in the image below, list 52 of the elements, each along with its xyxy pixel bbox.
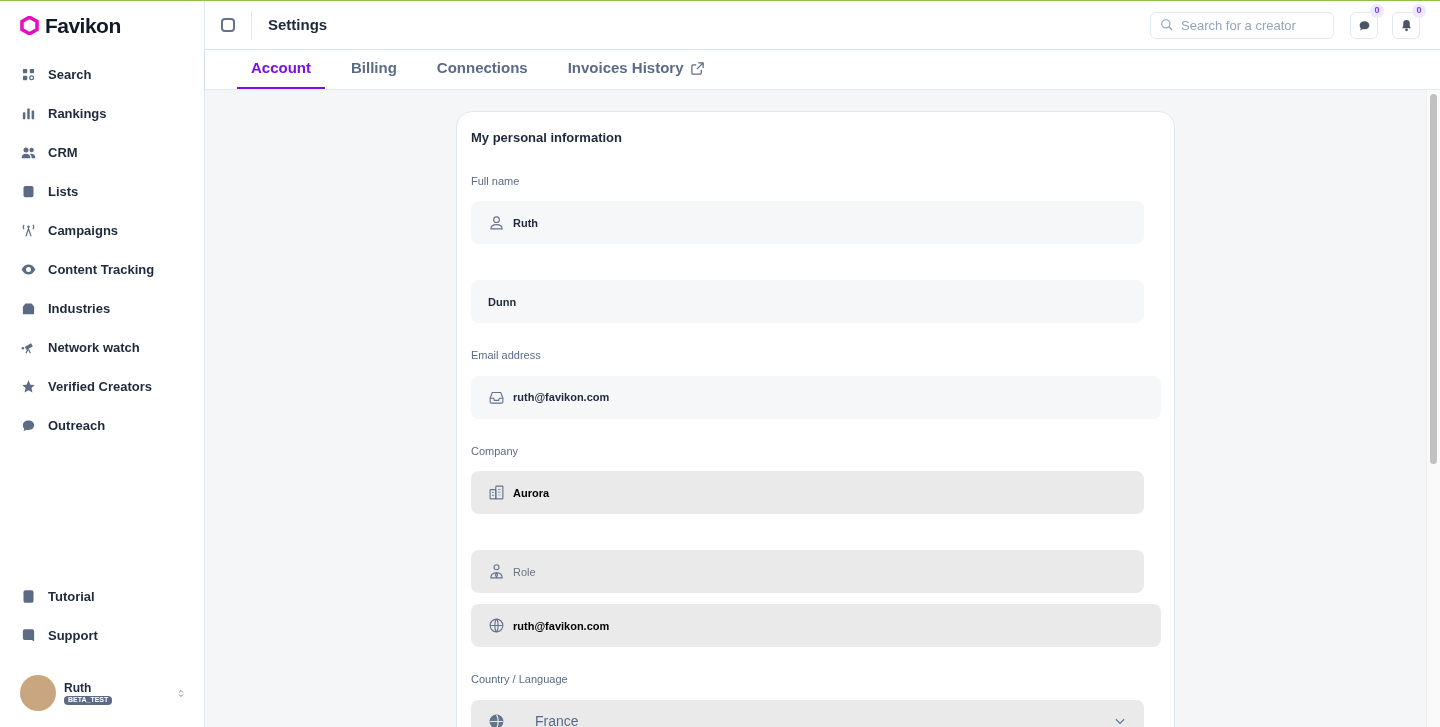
- person-icon: [488, 214, 505, 231]
- field-label: Company: [471, 443, 520, 459]
- sidebar-item[interactable]: Support: [14, 620, 190, 651]
- sidebar-item[interactable]: Search: [14, 59, 190, 90]
- bar-chart-icon: [21, 106, 36, 121]
- people-icon: [21, 145, 36, 160]
- field-label: Country / Language: [471, 672, 569, 687]
- search-field[interactable]: Search for a creator: [1150, 11, 1334, 39]
- sidebar-item[interactable]: Rankings: [14, 98, 190, 129]
- sidebar-item[interactable]: CRM: [14, 137, 190, 168]
- globe-icon: [488, 712, 505, 727]
- input-field[interactable]: Ruth: [471, 201, 1144, 244]
- sidebar-item[interactable]: Lists: [14, 176, 190, 207]
- avatar: [20, 675, 56, 711]
- sidebar-item[interactable]: Industries: [14, 293, 190, 324]
- count-badge: 0: [1370, 3, 1384, 18]
- sidebar-toggle-button[interactable]: [221, 18, 235, 32]
- tab[interactable]: Billing: [337, 50, 411, 89]
- globe-icon: [488, 617, 505, 634]
- sidebar-item[interactable]: Verified Creators: [14, 371, 190, 402]
- page-title: Settings: [268, 14, 328, 35]
- chevron-updown-icon: [178, 688, 184, 698]
- tab[interactable]: Connections: [422, 50, 542, 89]
- field-label: Full name: [471, 173, 521, 189]
- building-icon: [488, 484, 505, 501]
- building-icon: [21, 301, 36, 316]
- tab[interactable]: Invoices History: [553, 50, 719, 89]
- chat-icon: [1357, 18, 1371, 32]
- brand-name: Favikon: [45, 12, 121, 39]
- field-label: Email address: [471, 348, 542, 363]
- grid-search-icon: [21, 67, 36, 82]
- external-link-icon: [689, 61, 705, 76]
- scrollbar[interactable]: [1426, 90, 1440, 727]
- person-tie-icon: [488, 563, 505, 580]
- speech-bubble-icon: [21, 628, 36, 643]
- chat-icon: [21, 418, 36, 433]
- user-name: Ruth: [64, 681, 93, 697]
- antenna-icon: [21, 223, 36, 238]
- count-badge: 0: [1412, 3, 1426, 18]
- card-title: My personal information: [471, 129, 623, 147]
- sidebar-item[interactable]: Network watch: [14, 332, 190, 363]
- input-field[interactable]: ruth@favikon.com: [471, 375, 1161, 419]
- hexagon-logo-icon: [20, 16, 39, 35]
- star-icon: [21, 379, 36, 394]
- search-icon: [1160, 17, 1174, 32]
- eye-icon: [21, 262, 36, 277]
- sidebar-item[interactable]: Content Tracking: [14, 254, 190, 285]
- sidebar-item[interactable]: Outreach: [14, 410, 190, 441]
- sidebar-item[interactable]: Tutorial: [14, 581, 190, 612]
- input-field[interactable]: Dunn: [471, 280, 1144, 323]
- bell-icon: [1399, 18, 1413, 32]
- sidebar-item[interactable]: Campaigns: [14, 215, 190, 246]
